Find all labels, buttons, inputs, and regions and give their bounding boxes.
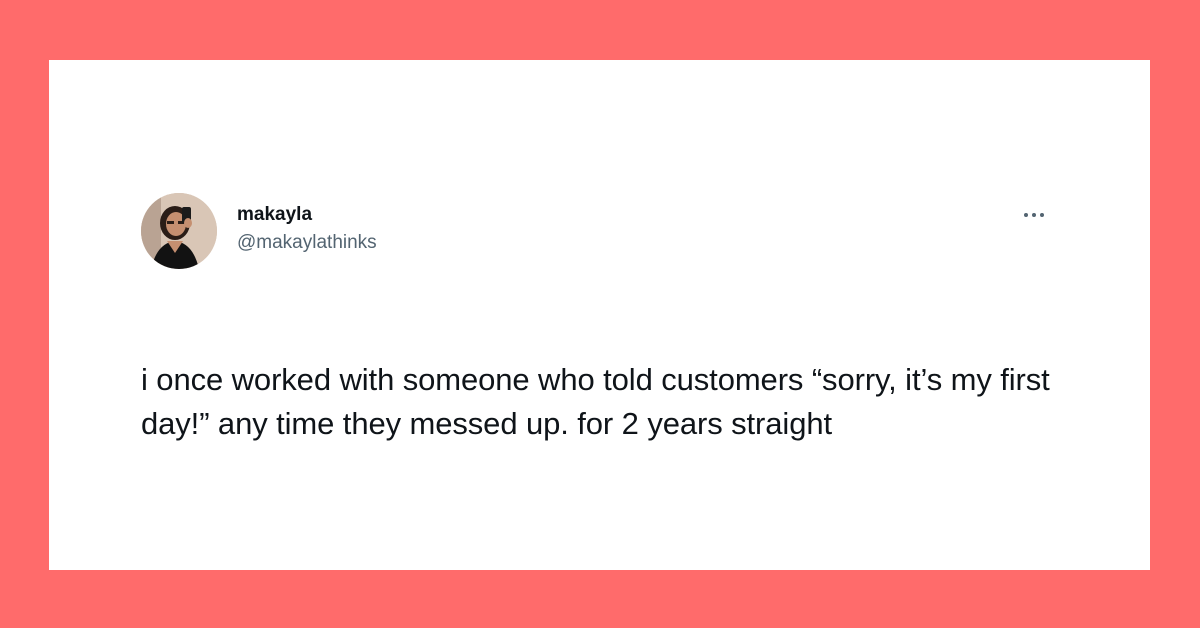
author-names: makayla @makaylathinks (237, 203, 377, 255)
avatar[interactable] (141, 193, 217, 269)
tweet-text: i once worked with someone who told cust… (141, 362, 1050, 441)
tweet-header: makayla @makaylathinks (141, 193, 1051, 273)
more-options-icon[interactable] (1017, 203, 1051, 227)
display-name[interactable]: makayla (237, 203, 377, 227)
profile-photo-icon (141, 193, 217, 269)
dot-icon (1032, 213, 1036, 217)
user-handle[interactable]: @makaylathinks (237, 231, 377, 255)
dot-icon (1040, 213, 1044, 217)
dot-icon (1024, 213, 1028, 217)
tweet-card: makayla @makaylathinks i once worked wit… (49, 60, 1150, 570)
